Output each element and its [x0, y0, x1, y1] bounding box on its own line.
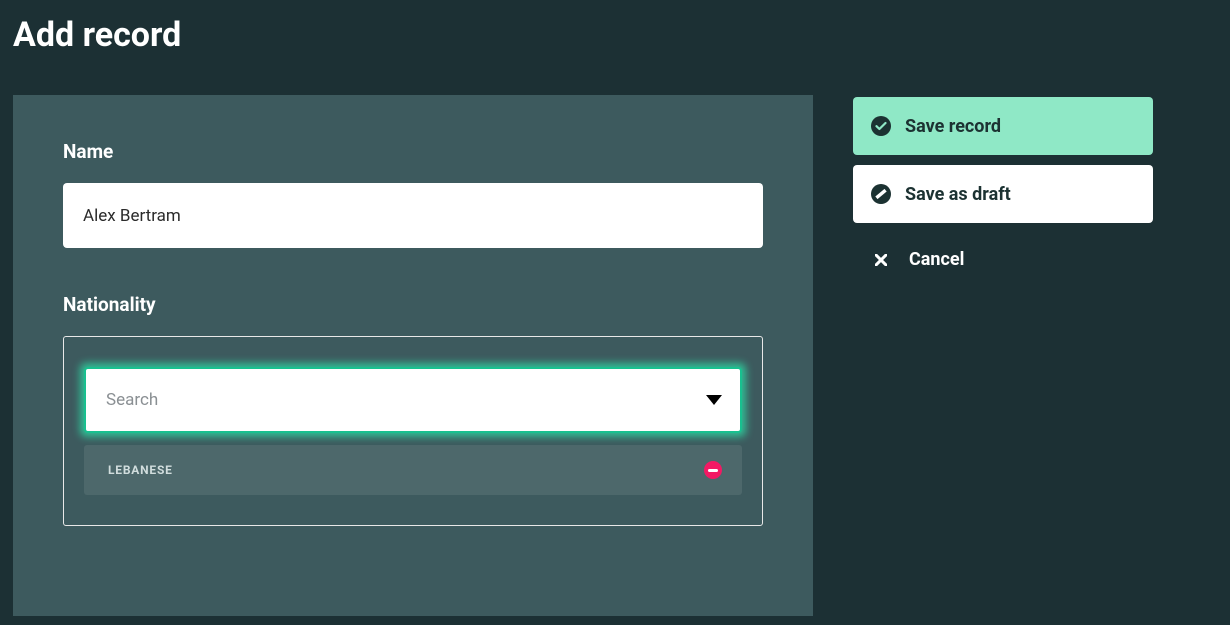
save-draft-button[interactable]: Save as draft: [853, 165, 1153, 223]
save-draft-label: Save as draft: [905, 184, 1011, 205]
cancel-label: Cancel: [909, 249, 964, 270]
save-record-label: Save record: [905, 116, 1001, 137]
action-sidebar: Save record Save as draft Cancel: [853, 95, 1153, 616]
name-label: Name: [63, 140, 763, 163]
do-not-enter-icon: [871, 184, 891, 204]
nationality-field-group: Nationality LEBANESE: [63, 293, 763, 526]
remove-chip-button[interactable]: [704, 461, 722, 479]
form-panel: Name Nationality: [13, 95, 813, 616]
name-field-group: Name: [63, 140, 763, 248]
save-record-button[interactable]: Save record: [853, 97, 1153, 155]
nationality-label: Nationality: [63, 293, 763, 316]
nationality-selected-list: LEBANESE: [84, 445, 742, 495]
check-circle-icon: [871, 116, 891, 136]
nationality-multiselect: LEBANESE: [63, 336, 763, 526]
nationality-search-input[interactable]: [84, 367, 742, 433]
minus-circle-icon: [708, 469, 718, 472]
close-icon: [871, 254, 891, 266]
cancel-button[interactable]: Cancel: [853, 233, 1153, 286]
nationality-chip: LEBANESE: [84, 445, 742, 495]
page-title: Add record: [13, 15, 1217, 55]
chip-label: LEBANESE: [108, 463, 173, 477]
name-input[interactable]: [63, 183, 763, 248]
